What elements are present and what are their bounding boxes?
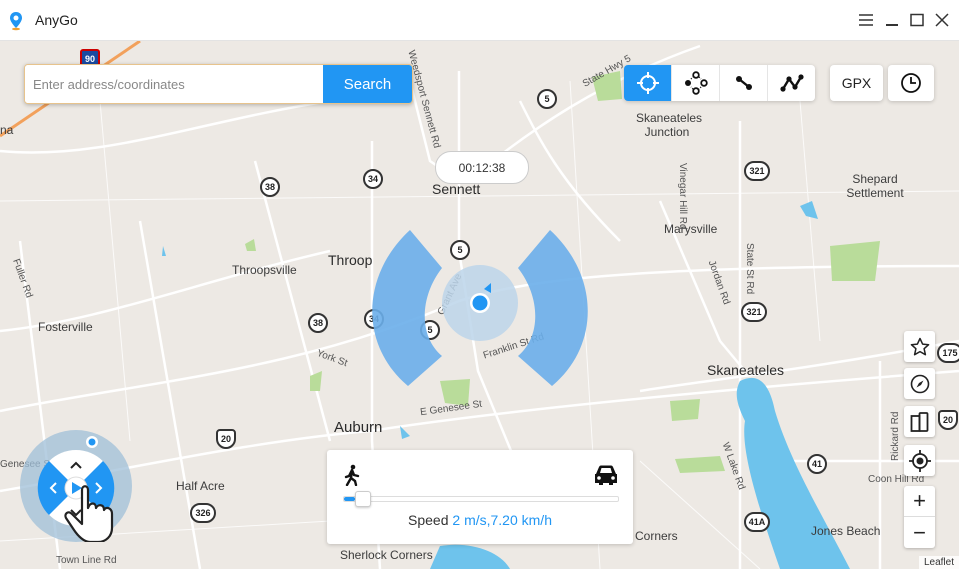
locate-button[interactable] (904, 445, 935, 476)
star-icon (910, 337, 929, 355)
joystick-control[interactable] (20, 430, 132, 542)
route-shield: 20 (938, 410, 958, 430)
speed-value: 2 m/s,7.20 km/h (452, 512, 552, 528)
place-label: Fosterville (38, 320, 93, 334)
place-label: na (0, 123, 14, 137)
app-title: AnyGo (35, 12, 78, 28)
place-label: Skaneateles Junction (636, 111, 703, 139)
crosshair-icon (636, 72, 659, 94)
compass-icon (910, 374, 929, 393)
route-shield: 41 (807, 454, 827, 474)
place-label: Sherlock Corners (340, 548, 433, 562)
hamburger-icon (859, 14, 873, 26)
road-label: Vinegar Hill Rd (677, 163, 688, 230)
place-label: Auburn (334, 419, 383, 436)
maximize-button[interactable] (907, 10, 927, 30)
locate-icon (908, 449, 931, 472)
search-button[interactable]: Search (323, 65, 412, 103)
two-spot-route-icon (735, 76, 752, 90)
mode-toolbar (624, 65, 815, 101)
map-canvas[interactable]: Sennett Throop Throopsville Fosterville … (0, 41, 959, 569)
gpx-import-button[interactable]: GPX (830, 65, 883, 101)
app-logo-icon (10, 12, 22, 31)
road-label: Town Line Rd (56, 555, 117, 566)
teleport-mode-button[interactable] (624, 65, 672, 101)
speed-slider-thumb[interactable] (354, 491, 371, 507)
route-shield: 38 (260, 177, 280, 197)
left-range-arc (372, 230, 442, 386)
zoom-in-button[interactable]: + (904, 486, 935, 517)
route-shield: 5 (537, 89, 557, 109)
zoom-out-button[interactable]: − (904, 517, 935, 548)
multi-spot-mode-button[interactable] (768, 65, 815, 101)
multi-spot-route-icon (779, 74, 804, 92)
route-shield: 321 (741, 302, 767, 322)
gpx-label: GPX (841, 75, 872, 91)
close-icon (935, 13, 949, 27)
movement-range-indicator (372, 230, 588, 386)
minimize-icon (886, 24, 898, 26)
zoom-control: + − (904, 486, 935, 548)
place-label: Jones Beach (811, 524, 881, 538)
place-label: Throopsville (232, 263, 297, 277)
two-spot-mode-button[interactable] (720, 65, 768, 101)
map-attribution[interactable]: Leaflet (918, 556, 959, 569)
elapsed-timer: 00:12:38 (435, 151, 529, 184)
timer-text: 00:12:38 (458, 160, 506, 175)
place-label: Corners (635, 529, 678, 543)
menu-button[interactable] (856, 10, 876, 30)
title-bar: AnyGo (0, 0, 959, 41)
jump-teleport-mode-button[interactable] (672, 65, 720, 101)
road-label: State St Rd (744, 243, 755, 295)
devices-icon (910, 411, 928, 432)
walk-icon (344, 464, 360, 486)
current-location-dot (472, 295, 488, 311)
multi-spot-icon (684, 71, 708, 95)
place-label: Shepard Settlement (846, 172, 904, 200)
right-range-arc (518, 230, 588, 386)
route-shield: 34 (363, 169, 383, 189)
speed-slider-fill (344, 497, 355, 501)
clock-icon (901, 73, 921, 93)
route-shield: 326 (190, 503, 216, 523)
minimize-button[interactable] (882, 10, 902, 30)
route-shield: 41A (744, 512, 770, 532)
close-button[interactable] (932, 10, 952, 30)
route-shield: 20 (216, 429, 236, 449)
search-bar: Search (24, 64, 413, 104)
place-label: Marysville (664, 222, 718, 236)
place-label: Skaneateles (707, 362, 785, 378)
speed-readout: Speed 2 m/s,7.20 km/h (327, 512, 633, 528)
speed-slider[interactable] (343, 491, 619, 507)
route-shield: 321 (744, 161, 770, 181)
address-search-input[interactable] (25, 65, 323, 103)
speed-label: Speed (408, 512, 449, 528)
favorite-button[interactable] (904, 331, 935, 362)
speed-panel: Speed 2 m/s,7.20 km/h (327, 450, 633, 544)
place-label: Half Acre (176, 479, 225, 493)
history-button[interactable] (888, 65, 934, 101)
route-shield: 175 (937, 343, 959, 363)
road-label: Rickard Rd (890, 411, 901, 461)
route-shield: 38 (308, 313, 328, 333)
maximize-icon (910, 13, 924, 27)
multi-device-button[interactable] (904, 406, 935, 437)
car-icon (595, 465, 617, 485)
compass-button[interactable] (904, 368, 935, 399)
